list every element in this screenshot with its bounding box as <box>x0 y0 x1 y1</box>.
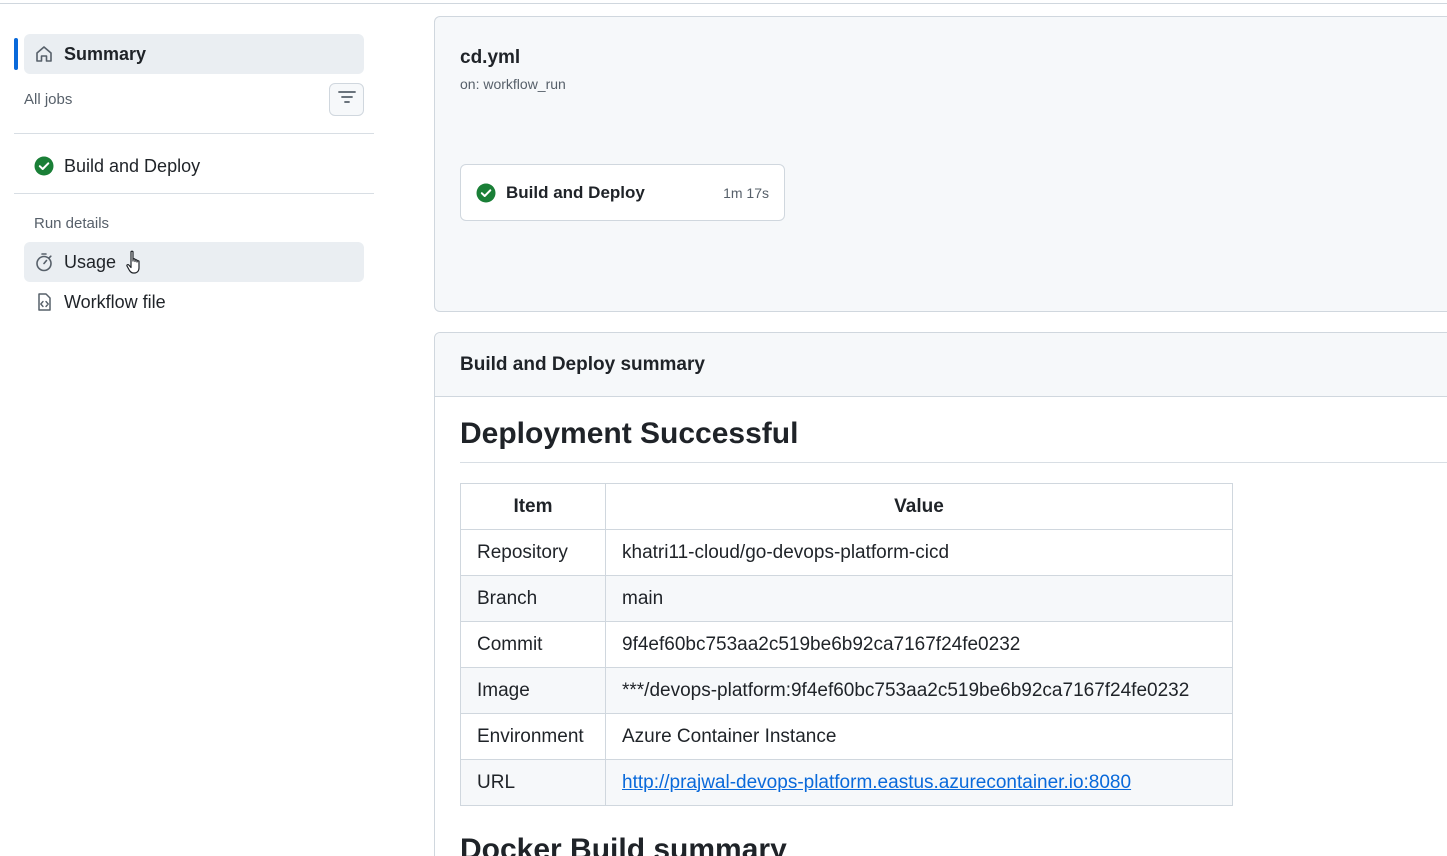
run-sidebar: Summary All jobs Build and Deploy Run de… <box>0 0 380 856</box>
stopwatch-icon <box>34 252 54 272</box>
check-circle-icon <box>476 183 496 203</box>
table-row: Repository khatri11-cloud/go-devops-plat… <box>460 529 1233 576</box>
table-row: Image ***/devops-platform:9f4ef60bc753aa… <box>460 667 1233 714</box>
all-jobs-label: All jobs <box>24 91 73 108</box>
row-value: http://prajwal-devops-platform.eastus.az… <box>605 759 1233 806</box>
deployment-url-link[interactable]: http://prajwal-devops-platform.eastus.az… <box>622 772 1131 793</box>
table-row: Branch main <box>460 575 1233 622</box>
row-item: Repository <box>460 529 606 576</box>
sidebar-item-label: Usage <box>64 251 117 272</box>
table-row: URL http://prajwal-devops-platform.eastu… <box>460 759 1233 806</box>
row-item: Branch <box>460 575 606 622</box>
job-duration: 1m 17s <box>723 184 769 201</box>
table-row: Environment Azure Container Instance <box>460 713 1233 760</box>
table-row: Commit 9f4ef60bc753aa2c519be6b92ca7167f2… <box>460 621 1233 668</box>
filter-icon <box>337 90 356 109</box>
docker-build-heading: Docker Build summary <box>460 833 787 856</box>
workflow-graph-panel: cd.yml on: workflow_run Build and Deploy… <box>434 16 1447 312</box>
table-header-row: Item Value <box>460 483 1233 530</box>
sidebar-item-usage[interactable]: Usage <box>24 242 364 282</box>
job-card-name: Build and Deploy <box>506 182 645 202</box>
file-code-icon <box>34 292 54 312</box>
sidebar-item-label: Summary <box>64 43 147 64</box>
sidebar-divider <box>14 133 374 134</box>
sidebar-divider <box>14 193 374 194</box>
pointer-cursor-icon <box>125 250 145 281</box>
sidebar-item-label: Workflow file <box>64 291 166 312</box>
run-details-label: Run details <box>34 215 110 232</box>
row-value: main <box>605 575 1233 622</box>
job-card-build-and-deploy[interactable]: Build and Deploy 1m 17s <box>460 164 785 221</box>
row-item: Commit <box>460 621 606 668</box>
sidebar-item-workflow-file[interactable]: Workflow file <box>24 282 364 322</box>
job-label: Build and Deploy <box>64 155 201 176</box>
deployment-table: Item Value Repository khatri11-cloud/go-… <box>460 483 1233 806</box>
home-icon <box>34 44 54 64</box>
row-value: ***/devops-platform:9f4ef60bc753aa2c519b… <box>605 667 1233 714</box>
sidebar-job-build-and-deploy[interactable]: Build and Deploy <box>24 146 364 186</box>
row-value: 9f4ef60bc753aa2c519be6b92ca7167f24fe0232 <box>605 621 1233 668</box>
heading-rule <box>460 462 1447 463</box>
check-circle-icon <box>34 156 54 176</box>
summary-header: Build and Deploy summary <box>435 333 1447 397</box>
sidebar-item-summary[interactable]: Summary <box>24 34 364 74</box>
row-item: Image <box>460 667 606 714</box>
column-header-item: Item <box>460 483 606 530</box>
active-indicator <box>14 38 18 70</box>
workflow-file-name: cd.yml <box>460 47 521 68</box>
job-summary-panel: Build and Deploy summary Deployment Succ… <box>434 332 1447 856</box>
workflow-trigger: on: workflow_run <box>460 76 566 92</box>
filter-jobs-button[interactable] <box>329 83 364 116</box>
row-value: Azure Container Instance <box>605 713 1233 760</box>
row-item: Environment <box>460 713 606 760</box>
deployment-heading: Deployment Successful <box>460 417 799 450</box>
row-item: URL <box>460 759 606 806</box>
column-header-value: Value <box>605 483 1233 530</box>
row-value: khatri11-cloud/go-devops-platform-cicd <box>605 529 1233 576</box>
